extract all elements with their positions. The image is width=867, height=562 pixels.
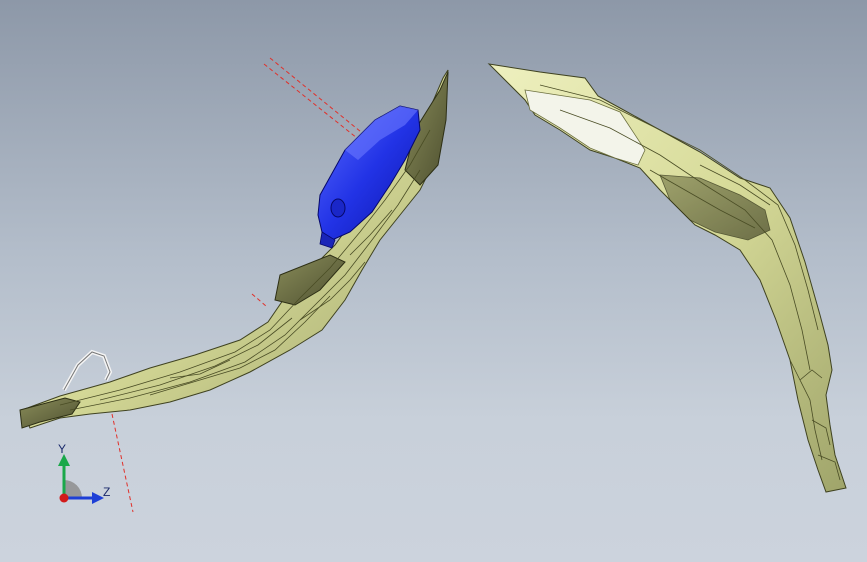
axis-triad: Y Z (48, 440, 118, 510)
origin-dot-icon (59, 493, 69, 503)
z-axis-label: Z (103, 485, 111, 499)
cad-viewport[interactable]: Y Z (0, 0, 867, 562)
model-scene[interactable] (0, 0, 867, 562)
y-axis-label: Y (58, 442, 67, 456)
left-panel-assembly[interactable] (19, 69, 449, 429)
right-panel-assembly[interactable] (487, 63, 847, 493)
